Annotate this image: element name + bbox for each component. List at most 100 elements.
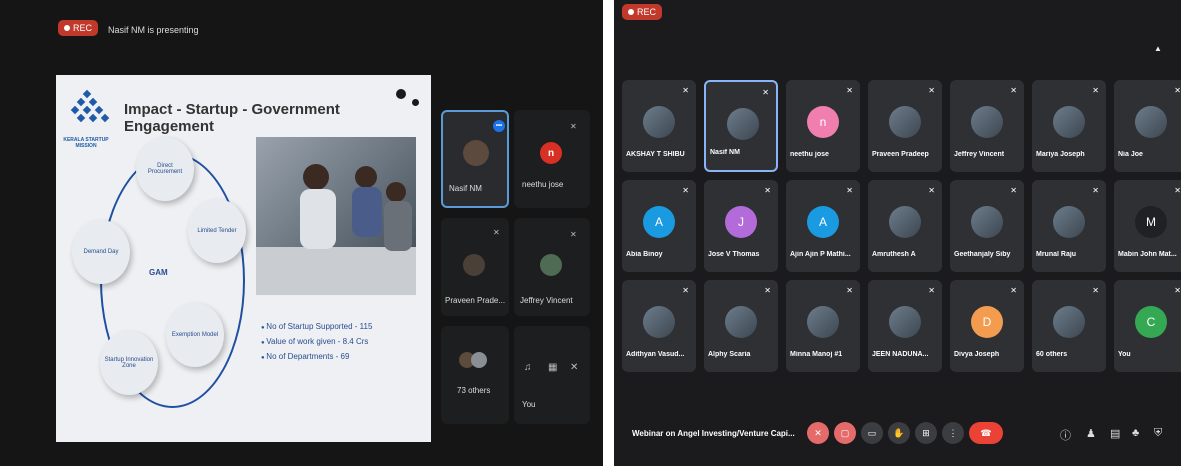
participant-tile[interactable]: ✕ D Divya Joseph bbox=[950, 280, 1024, 372]
leave-call-button[interactable]: ☎ bbox=[969, 422, 1003, 444]
logo-text: KERALA STARTUP MISSION bbox=[63, 137, 109, 149]
participant-name: Jeffrey Vincent bbox=[520, 296, 573, 305]
participant-tile[interactable]: ✕ n neethu jose bbox=[786, 80, 860, 172]
participant-tile[interactable]: ✕ Amruthesh A bbox=[868, 180, 942, 272]
cycle-item: Direct Procurement bbox=[136, 137, 194, 201]
participant-tile[interactable]: n ✕ neethu jose bbox=[514, 110, 590, 208]
chat-icon[interactable]: ▤ bbox=[1110, 427, 1120, 440]
participant-tile[interactable]: ✕ Jeffrey Vincent bbox=[950, 80, 1024, 172]
info-icon[interactable]: ⓘ bbox=[1060, 427, 1071, 443]
raise-hand-button[interactable]: ✋ bbox=[888, 422, 910, 444]
participant-tile[interactable]: ✕ Alphy Scaria bbox=[704, 280, 778, 372]
bullet-item: No of Startup Supported - 115 bbox=[261, 320, 372, 335]
captions-button[interactable]: ▭ bbox=[861, 422, 883, 444]
participant-name: 60 others bbox=[1036, 351, 1068, 358]
cycle-item: Limited Tender bbox=[188, 199, 246, 263]
mic-off-icon: ✕ bbox=[682, 86, 689, 95]
cycle-item: Startup Innovation Zone bbox=[100, 331, 158, 395]
cycle-item: Exemption Model bbox=[166, 303, 224, 367]
avatar bbox=[463, 254, 485, 276]
activities-icon[interactable]: ♣ bbox=[1132, 427, 1139, 439]
participant-tile[interactable]: ✕ Mrunal Raju bbox=[1032, 180, 1106, 272]
slide-title: Impact - Startup - Government Engagement bbox=[124, 101, 340, 135]
pin-icon[interactable]: ✕ bbox=[570, 362, 578, 373]
recording-badge: REC bbox=[58, 20, 99, 36]
participant-name: Ajin Ajin P Mathi... bbox=[790, 251, 851, 258]
participant-name: Praveen Pradeep bbox=[872, 151, 929, 158]
mic-off-icon: ✕ bbox=[1010, 186, 1017, 195]
participant-tile[interactable]: ✕ Praveen Pradeep bbox=[868, 80, 942, 172]
participant-tile[interactable]: ✕ Geethanjaly Siby bbox=[950, 180, 1024, 272]
participant-tile[interactable]: ✕ A Ajin Ajin P Mathi... bbox=[786, 180, 860, 272]
participant-tile[interactable]: ✕ JEEN NADUNA... bbox=[868, 280, 942, 372]
participant-name: JEEN NADUNA... bbox=[872, 351, 929, 358]
participant-tile[interactable]: ✕ M Mabin John Mat... bbox=[1114, 180, 1181, 272]
participant-name: Nasif NM bbox=[449, 184, 482, 193]
slide-photo bbox=[256, 137, 416, 295]
participant-tile-presenter[interactable]: ••• Nasif NM bbox=[441, 110, 509, 208]
participant-name: Nia Joe bbox=[1118, 151, 1143, 158]
avatar bbox=[725, 306, 757, 338]
participant-tile[interactable]: ✕ Minna Manoj #1 bbox=[786, 280, 860, 372]
people-photo-icon bbox=[256, 164, 416, 295]
mic-off-icon: ✕ bbox=[682, 186, 689, 195]
participant-tile[interactable]: ✕ A Abia Binoy bbox=[622, 180, 696, 272]
participant-name: Divya Joseph bbox=[954, 351, 1000, 358]
mic-off-icon: ✕ bbox=[846, 186, 853, 195]
avatar bbox=[889, 206, 921, 238]
mic-off-icon: ✕ bbox=[764, 286, 771, 295]
people-icon[interactable]: ♟ bbox=[1086, 427, 1096, 440]
mic-button[interactable]: ✕ bbox=[807, 422, 829, 444]
avatar: C bbox=[1135, 306, 1167, 338]
mic-icon[interactable]: ♫ bbox=[524, 362, 532, 373]
meeting-title: Webinar on Angel Investing/Venture Capi.… bbox=[632, 429, 795, 438]
participant-tile[interactable]: ✕ Mariya Joseph bbox=[1032, 80, 1106, 172]
avatar bbox=[1053, 106, 1085, 138]
participant-name: AKSHAY T SHIBU bbox=[626, 151, 685, 158]
cursor-icon: ▲ bbox=[1154, 44, 1162, 53]
participant-tile[interactable]: ✕ Praveen Prade... bbox=[441, 218, 509, 316]
participant-tile[interactable]: ✕ Nasif NM bbox=[704, 80, 778, 172]
others-tile[interactable]: 73 others bbox=[441, 326, 509, 424]
avatar bbox=[1135, 106, 1167, 138]
avatar bbox=[889, 106, 921, 138]
mic-off-icon: ✕ bbox=[570, 230, 577, 239]
grid-icon[interactable]: ▦ bbox=[548, 362, 557, 373]
avatar bbox=[1053, 306, 1085, 338]
presenting-status: Nasif NM is presenting bbox=[108, 25, 199, 35]
participant-tile[interactable]: ✕ AKSHAY T SHIBU bbox=[622, 80, 696, 172]
avatar: n bbox=[807, 106, 839, 138]
present-button[interactable]: ⊞ bbox=[915, 422, 937, 444]
record-icon bbox=[64, 25, 70, 31]
left-meeting-photo: REC Nasif NM is presenting KERALA STARTU… bbox=[0, 0, 603, 466]
record-icon bbox=[628, 9, 634, 15]
more-options-button[interactable]: ⋮ bbox=[942, 422, 964, 444]
self-tile[interactable]: ♫ ▦ ✕ You bbox=[514, 326, 590, 424]
mic-off-icon: ✕ bbox=[1092, 186, 1099, 195]
mic-off-icon: ✕ bbox=[928, 186, 935, 195]
participant-name: Amruthesh A bbox=[872, 251, 916, 258]
participant-tile[interactable]: ✕ J Jose V Thomas bbox=[704, 180, 778, 272]
avatar bbox=[643, 306, 675, 338]
camera-button[interactable]: ▢ bbox=[834, 422, 856, 444]
slide-bullets: No of Startup Supported - 115 Value of w… bbox=[261, 320, 372, 365]
participant-tile[interactable]: ✕ 60 others bbox=[1032, 280, 1106, 372]
avatar: A bbox=[807, 206, 839, 238]
participant-tile[interactable]: ✕ C You bbox=[1114, 280, 1181, 372]
decorative-dot bbox=[396, 89, 406, 99]
avatar bbox=[971, 206, 1003, 238]
bullet-item: Value of work given - 8.4 Crs bbox=[261, 335, 372, 350]
avatar: J bbox=[725, 206, 757, 238]
participant-tile[interactable]: ✕ Jeffrey Vincent bbox=[514, 218, 590, 316]
avatar: A bbox=[643, 206, 675, 238]
presentation-slide: KERALA STARTUP MISSION Impact - Startup … bbox=[56, 75, 431, 442]
mic-off-icon: ✕ bbox=[1174, 286, 1181, 295]
avatar: n bbox=[540, 142, 562, 164]
host-controls-icon[interactable]: ⛨ bbox=[1154, 427, 1162, 440]
participant-name: Jeffrey Vincent bbox=[954, 151, 1005, 158]
participant-name: neethu jose bbox=[522, 180, 564, 189]
participant-tile[interactable]: ✕ Adithyan Vasud... bbox=[622, 280, 696, 372]
participant-name: Mariya Joseph bbox=[1036, 151, 1085, 158]
participant-tile[interactable]: ✕ Nia Joe bbox=[1114, 80, 1181, 172]
avatar bbox=[463, 140, 489, 166]
